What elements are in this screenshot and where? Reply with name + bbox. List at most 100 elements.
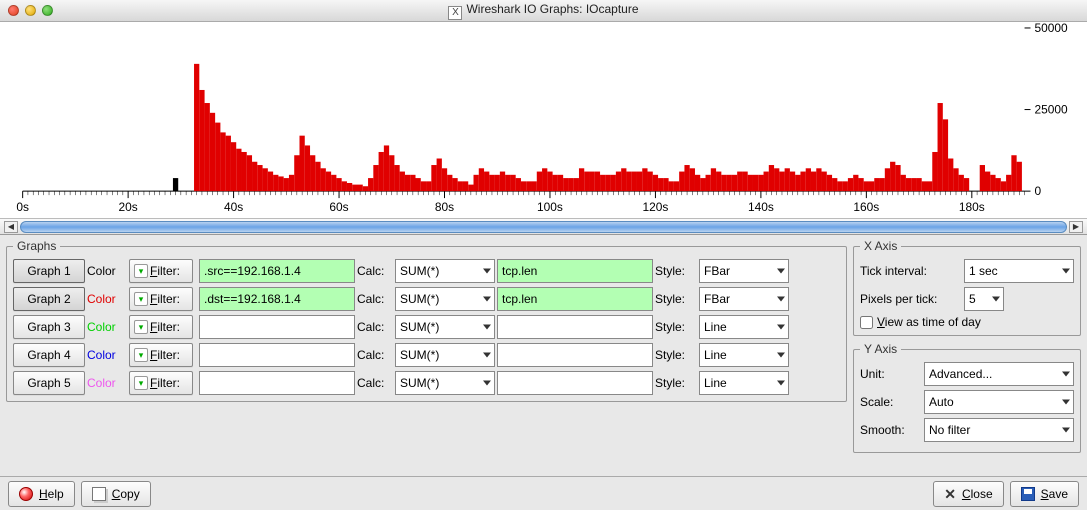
chart-area[interactable]: 025000500000s20s40s60s80s100s120s140s160… xyxy=(0,22,1087,219)
calc-label: Calc: xyxy=(357,320,393,334)
svg-text:0: 0 xyxy=(1034,184,1041,198)
filter-input-4[interactable] xyxy=(199,343,355,367)
calc-field-input-2[interactable] xyxy=(497,287,653,311)
io-graph[interactable]: 025000500000s20s40s60s80s100s120s140s160… xyxy=(0,22,1087,218)
graph-color-label-4: Color xyxy=(87,348,127,362)
filter-icon: ▾ xyxy=(134,264,148,278)
calc-label: Calc: xyxy=(357,264,393,278)
filter-icon: ▾ xyxy=(134,292,148,306)
scroll-left-button[interactable]: ◀ xyxy=(4,221,18,233)
svg-text:50000: 50000 xyxy=(1034,22,1068,35)
filter-input-2[interactable] xyxy=(199,287,355,311)
filter-button-5[interactable]: ▾Filter: xyxy=(129,371,193,395)
zoom-window-button[interactable] xyxy=(42,5,53,16)
save-button[interactable]: Save xyxy=(1010,481,1079,507)
svg-text:80s: 80s xyxy=(435,200,454,214)
style-select-3[interactable]: Line xyxy=(699,315,789,339)
style-select-2[interactable]: FBar xyxy=(699,287,789,311)
filter-icon: ▾ xyxy=(134,376,148,390)
help-button[interactable]: Help xyxy=(8,481,75,507)
copy-button[interactable]: Copy xyxy=(81,481,151,507)
scroll-right-button[interactable]: ▶ xyxy=(1069,221,1083,233)
style-label: Style: xyxy=(655,292,697,306)
svg-text:100s: 100s xyxy=(537,200,563,214)
calc-field-input-4[interactable] xyxy=(497,343,653,367)
svg-text:180s: 180s xyxy=(959,200,985,214)
close-window-button[interactable] xyxy=(8,5,19,16)
svg-text:20s: 20s xyxy=(119,200,138,214)
tick-interval-label: Tick interval: xyxy=(860,264,960,278)
svg-text:140s: 140s xyxy=(748,200,774,214)
pixels-per-tick-select[interactable]: 5 xyxy=(964,287,1004,311)
graph-toggle-5[interactable]: Graph 5 xyxy=(13,371,85,395)
filter-icon: ▾ xyxy=(134,348,148,362)
filter-input-1[interactable] xyxy=(199,259,355,283)
filter-input-3[interactable] xyxy=(199,315,355,339)
calc-select-4[interactable]: SUM(*) xyxy=(395,343,495,367)
calc-label: Calc: xyxy=(357,376,393,390)
scroll-thumb[interactable] xyxy=(20,221,1067,233)
style-label: Style: xyxy=(655,264,697,278)
pixels-per-tick-label: Pixels per tick: xyxy=(860,292,960,306)
window-title: XWireshark IO Graphs: IOcapture xyxy=(0,2,1087,20)
graph-toggle-3[interactable]: Graph 3 xyxy=(13,315,85,339)
titlebar: XWireshark IO Graphs: IOcapture xyxy=(0,0,1087,22)
calc-select-3[interactable]: SUM(*) xyxy=(395,315,495,339)
calc-select-2[interactable]: SUM(*) xyxy=(395,287,495,311)
style-select-4[interactable]: Line xyxy=(699,343,789,367)
save-icon xyxy=(1021,487,1035,501)
footer: Help Copy ✕ Close Save xyxy=(0,476,1087,510)
graph-color-label-3: Color xyxy=(87,320,127,334)
svg-text:120s: 120s xyxy=(642,200,668,214)
calc-select-5[interactable]: SUM(*) xyxy=(395,371,495,395)
calc-field-input-5[interactable] xyxy=(497,371,653,395)
filter-button-3[interactable]: ▾Filter: xyxy=(129,315,193,339)
calc-field-input-1[interactable] xyxy=(497,259,653,283)
unit-label: Unit: xyxy=(860,367,920,381)
style-select-5[interactable]: Line xyxy=(699,371,789,395)
unit-select[interactable]: Advanced... xyxy=(924,362,1074,386)
graph-color-label-5: Color xyxy=(87,376,127,390)
filter-button-2[interactable]: ▾Filter: xyxy=(129,287,193,311)
graphs-fieldset: Graphs Graph 1Color▾Filter:Calc:SUM(*)St… xyxy=(6,239,847,402)
style-select-1[interactable]: FBar xyxy=(699,259,789,283)
svg-text:60s: 60s xyxy=(329,200,348,214)
minimize-window-button[interactable] xyxy=(25,5,36,16)
horizontal-scrollbar[interactable]: ◀ ▶ xyxy=(0,219,1087,235)
window-controls xyxy=(8,5,53,16)
app-icon: X xyxy=(448,6,462,20)
graph-color-label-1: Color xyxy=(87,264,127,278)
svg-text:0s: 0s xyxy=(16,200,29,214)
copy-icon xyxy=(92,487,106,501)
svg-text:160s: 160s xyxy=(853,200,879,214)
view-as-tod-checkbox[interactable]: View as time of day xyxy=(860,315,1074,329)
style-label: Style: xyxy=(655,320,697,334)
xaxis-fieldset: X Axis Tick interval: 1 sec Pixels per t… xyxy=(853,239,1081,336)
calc-label: Calc: xyxy=(357,348,393,362)
yaxis-legend: Y Axis xyxy=(860,342,901,356)
style-label: Style: xyxy=(655,376,697,390)
filter-input-5[interactable] xyxy=(199,371,355,395)
graph-toggle-4[interactable]: Graph 4 xyxy=(13,343,85,367)
view-as-tod-input[interactable] xyxy=(860,316,873,329)
options-panels: Graphs Graph 1Color▾Filter:Calc:SUM(*)St… xyxy=(0,235,1087,457)
graph-toggle-2[interactable]: Graph 2 xyxy=(13,287,85,311)
graphs-legend: Graphs xyxy=(13,239,60,253)
yaxis-fieldset: Y Axis Unit: Advanced... Scale: Auto Smo… xyxy=(853,342,1081,453)
graph-toggle-1[interactable]: Graph 1 xyxy=(13,259,85,283)
tick-interval-select[interactable]: 1 sec xyxy=(964,259,1074,283)
scale-label: Scale: xyxy=(860,395,920,409)
filter-button-4[interactable]: ▾Filter: xyxy=(129,343,193,367)
xaxis-legend: X Axis xyxy=(860,239,901,253)
close-button[interactable]: ✕ Close xyxy=(933,481,1003,507)
scale-select[interactable]: Auto xyxy=(924,390,1074,414)
filter-button-1[interactable]: ▾Filter: xyxy=(129,259,193,283)
graph-color-label-2: Color xyxy=(87,292,127,306)
smooth-select[interactable]: No filter xyxy=(924,418,1074,442)
smooth-label: Smooth: xyxy=(860,423,920,437)
svg-text:25000: 25000 xyxy=(1034,103,1068,117)
calc-field-input-3[interactable] xyxy=(497,315,653,339)
help-icon xyxy=(19,487,33,501)
style-label: Style: xyxy=(655,348,697,362)
calc-select-1[interactable]: SUM(*) xyxy=(395,259,495,283)
